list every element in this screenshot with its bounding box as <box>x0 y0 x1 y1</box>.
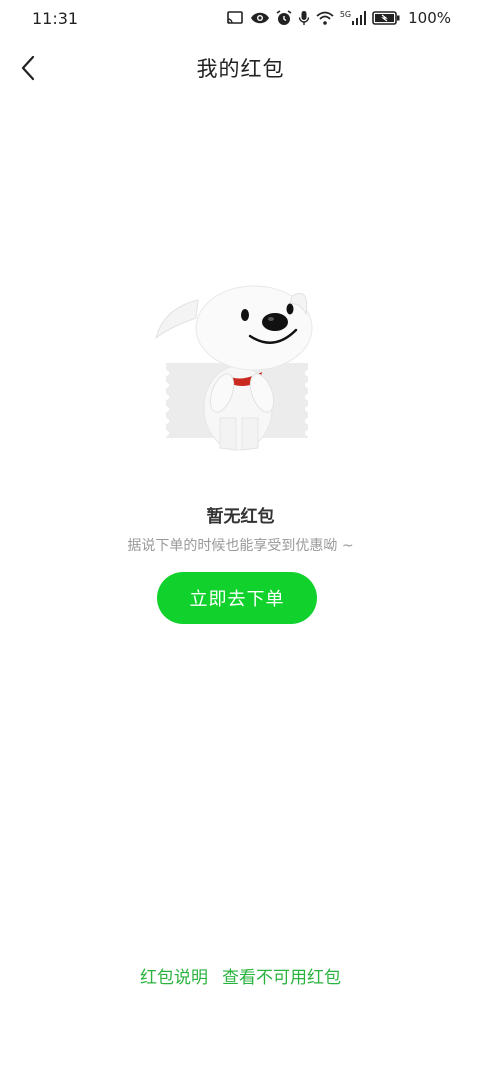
signal-icon: 5G <box>339 10 367 25</box>
order-now-button[interactable]: 立即去下单 <box>157 572 317 624</box>
eye-icon <box>250 12 269 24</box>
status-icons: 5G 100% <box>226 9 451 27</box>
network-label: 5G <box>339 10 352 19</box>
header: 我的红包 <box>0 44 481 92</box>
page-title: 我的红包 <box>196 57 285 81</box>
mic-icon <box>298 11 310 25</box>
empty-title: 暂无红包 <box>206 507 275 527</box>
empty-illustration: ¥ <box>155 285 313 451</box>
footer-links: 红包说明 查看不可用红包 <box>0 963 481 988</box>
red-packet-info-link[interactable]: 红包说明 <box>140 963 208 988</box>
wifi-icon <box>316 11 334 25</box>
chevron-left-icon <box>21 55 35 81</box>
view-unavailable-red-packets-link[interactable]: 查看不可用红包 <box>222 963 341 988</box>
alarm-icon <box>276 10 292 25</box>
battery-percent: 100% <box>408 9 451 27</box>
status-time: 11:31 <box>32 8 79 28</box>
back-button[interactable] <box>10 50 46 86</box>
cast-icon <box>227 11 243 24</box>
status-bar: 11:31 5G 100% <box>0 0 481 36</box>
battery-icon <box>372 11 400 25</box>
empty-subtitle: 据说下单的时候也能享受到优惠呦 ~ <box>127 538 354 554</box>
